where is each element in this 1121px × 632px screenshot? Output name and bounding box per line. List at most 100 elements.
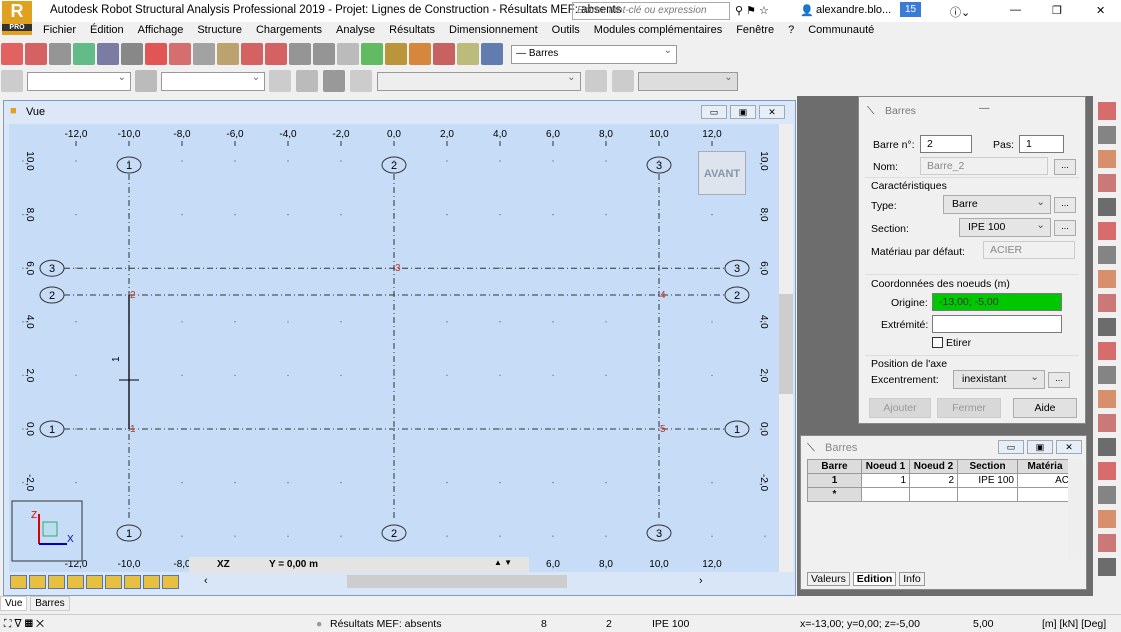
menu-0[interactable]: Fichier — [36, 22, 83, 38]
tab-barres[interactable]: Barres — [30, 596, 70, 611]
offset-more-button[interactable]: ... — [1048, 372, 1070, 388]
type-select[interactable]: Barre — [943, 195, 1051, 214]
restore-button[interactable]: ❐ — [1052, 4, 1062, 17]
menu-9[interactable]: Modules complémentaires — [587, 22, 729, 38]
bar-no-input[interactable]: 2 — [920, 135, 972, 153]
view-tool-icon-5[interactable] — [105, 575, 122, 589]
toolbar-icon-15[interactable] — [361, 43, 383, 65]
app-logo[interactable]: R PRO — [2, 1, 32, 35]
right-tool-icon-11[interactable] — [1098, 366, 1116, 384]
right-tool-icon-1[interactable] — [1098, 126, 1116, 144]
bar-query-icon[interactable] — [1, 70, 23, 92]
view-tool-icon-1[interactable] — [29, 575, 46, 589]
toolbar-icon-8[interactable] — [193, 43, 215, 65]
table-cell[interactable]: * — [807, 487, 862, 502]
close-button[interactable]: ✕ — [1056, 440, 1082, 454]
right-tool-icon-6[interactable] — [1098, 246, 1116, 264]
query-icon[interactable] — [269, 70, 292, 92]
view-tool-icon-6[interactable] — [124, 575, 141, 589]
table-cell[interactable]: 2 — [909, 473, 958, 488]
minimize-button[interactable]: ▭ — [998, 440, 1024, 454]
table-cell[interactable] — [957, 487, 1018, 502]
section-more-button[interactable]: ... — [1054, 220, 1076, 236]
right-tool-icon-17[interactable] — [1098, 510, 1116, 528]
help-button[interactable]: Aide — [1013, 398, 1077, 418]
view-tool-icon-2[interactable] — [48, 575, 65, 589]
binoculars-icon[interactable]: ⚲ ⚑ ☆ — [735, 4, 769, 17]
help-icon[interactable]: ⓘ⌄ — [950, 4, 970, 20]
menu-2[interactable]: Affichage — [131, 22, 191, 38]
view-tool-icon-3[interactable] — [67, 575, 84, 589]
right-tool-icon-2[interactable] — [1098, 150, 1116, 168]
toolbar-icon-19[interactable] — [457, 43, 479, 65]
name-more-button[interactable]: ... — [1054, 159, 1076, 175]
toolbar-icon-1[interactable] — [25, 43, 47, 65]
plane-selector[interactable]: XZ — [217, 559, 230, 570]
right-tool-icon-7[interactable] — [1098, 270, 1116, 288]
toolbar-icon-13[interactable] — [313, 43, 335, 65]
plane-coordinate[interactable]: Y = 0,00 m — [269, 559, 318, 570]
toolbar-icon-11[interactable] — [265, 43, 287, 65]
tab-info[interactable]: Info — [899, 572, 925, 586]
menu-11[interactable]: ? — [781, 22, 801, 38]
column-header[interactable]: Barre — [807, 459, 862, 474]
table-cell[interactable]: 1 — [807, 473, 862, 488]
stretch-checkbox[interactable] — [932, 337, 943, 348]
menu-4[interactable]: Chargements — [249, 22, 329, 38]
right-tool-icon-9[interactable] — [1098, 318, 1116, 336]
toolbar-icon-2[interactable] — [49, 43, 71, 65]
right-tool-icon-8[interactable] — [1098, 294, 1116, 312]
column-header[interactable]: Noeud 2 — [909, 459, 958, 474]
step-input[interactable]: 1 — [1019, 135, 1064, 153]
toolbar-icon-7[interactable] — [169, 43, 191, 65]
toolbar-icon-5[interactable] — [121, 43, 143, 65]
scroll-right-icon[interactable]: › — [699, 575, 703, 587]
menu-1[interactable]: Édition — [83, 22, 131, 38]
status-icons[interactable]: ⛶ ∇ ▦ ✕ — [4, 618, 44, 631]
toolbar-icon-14[interactable] — [337, 43, 359, 65]
toolbar-icon-20[interactable] — [481, 43, 503, 65]
restore-button[interactable]: ▣ — [1027, 440, 1053, 454]
origin-input[interactable]: -13,00; -5,00 — [932, 293, 1062, 311]
section-select[interactable]: IPE 100 — [959, 218, 1051, 237]
menu-3[interactable]: Structure — [190, 22, 249, 38]
toolbar-icon-16[interactable] — [385, 43, 407, 65]
view-tool-icon-7[interactable] — [143, 575, 160, 589]
coordinate-stepper[interactable]: ▲ ▼ — [494, 558, 512, 567]
vertical-scrollbar[interactable] — [779, 124, 793, 572]
view-cube-button[interactable]: AVANT — [698, 151, 746, 195]
user-icon[interactable]: 👤 — [800, 4, 814, 17]
right-tool-icon-19[interactable] — [1098, 558, 1116, 576]
type-more-button[interactable]: ... — [1054, 197, 1076, 213]
menu-8[interactable]: Outils — [545, 22, 587, 38]
toolbar-icon-18[interactable] — [433, 43, 455, 65]
right-tool-icon-12[interactable] — [1098, 390, 1116, 408]
table-cell[interactable] — [909, 487, 958, 502]
column-header[interactable]: Section — [957, 459, 1018, 474]
right-tool-icon-18[interactable] — [1098, 534, 1116, 552]
tab-vue[interactable]: Vue — [0, 596, 28, 611]
right-tool-icon-4[interactable] — [1098, 198, 1116, 216]
toolbar-icon-17[interactable] — [409, 43, 431, 65]
add-button[interactable]: Ajouter — [869, 398, 931, 418]
view-tool-icon-4[interactable] — [86, 575, 103, 589]
toolbar-icon-4[interactable] — [97, 43, 119, 65]
units-status[interactable]: [m] [kN] [Deg] — [1042, 618, 1106, 630]
menu-10[interactable]: Fenêtre — [729, 22, 781, 38]
horizontal-scrollbar[interactable] — [347, 575, 567, 588]
right-tool-icon-14[interactable] — [1098, 438, 1116, 456]
view-tool-icon-8[interactable] — [162, 575, 179, 589]
table-cell[interactable]: IPE 100 — [957, 473, 1018, 488]
toolbar-icon-0[interactable] — [1, 43, 23, 65]
right-tool-icon-0[interactable] — [1098, 102, 1116, 120]
table-cell[interactable]: 1 — [861, 473, 910, 488]
restore-button[interactable]: ▣ — [730, 105, 756, 119]
load-icon[interactable] — [135, 70, 158, 92]
filter-combo-1[interactable] — [27, 71, 132, 91]
right-tool-icon-3[interactable] — [1098, 174, 1116, 192]
name-input[interactable]: Barre_2 — [920, 157, 1048, 175]
right-tool-icon-10[interactable] — [1098, 342, 1116, 360]
right-tool-icon-15[interactable] — [1098, 462, 1116, 480]
toolbar-icon-6[interactable] — [145, 43, 167, 65]
minimize-button[interactable]: — — [979, 102, 990, 114]
